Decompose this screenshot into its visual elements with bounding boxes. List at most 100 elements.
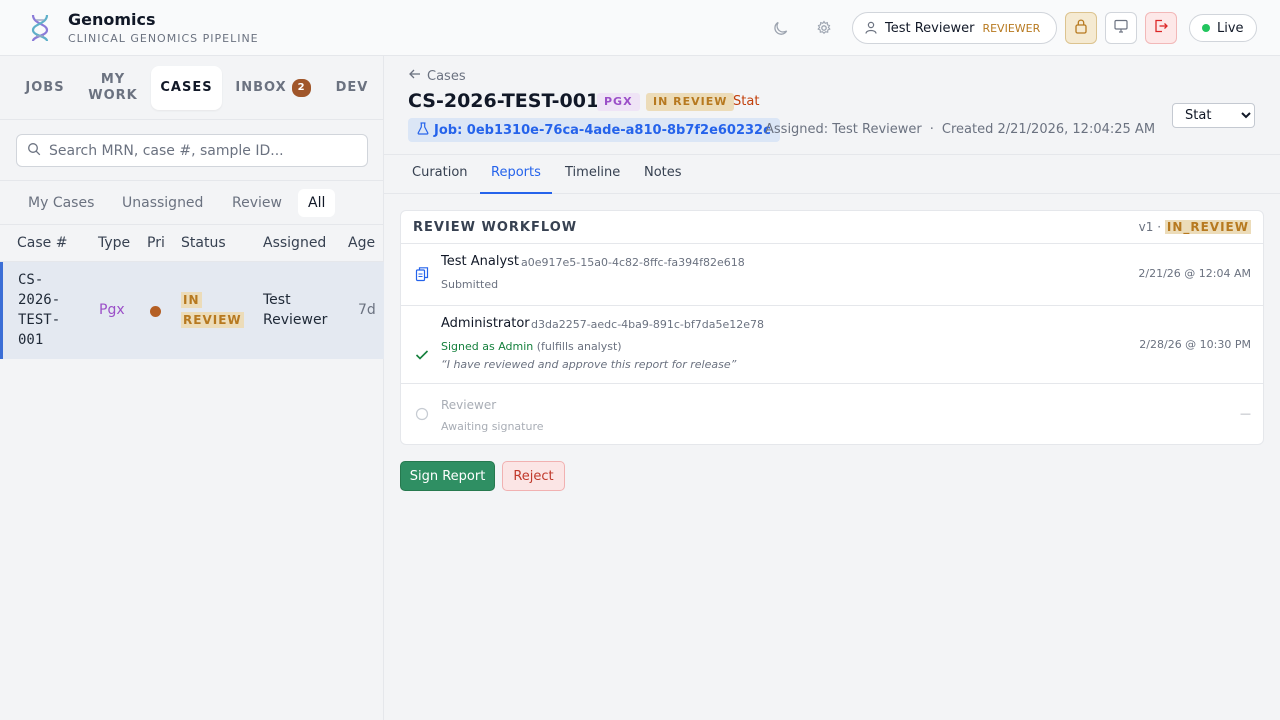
inbox-count-badge: 2 [291,79,311,97]
priority-label: Stat [733,94,760,109]
app-subtitle: CLINICAL GENOMICS PIPELINE [68,32,259,45]
dna-logo-icon [28,12,52,44]
sidebar: JOBS MY WORK CASES INBOX 2 DEV My Cases … [0,56,384,720]
col-age[interactable]: Age [348,235,375,251]
live-status[interactable]: Live [1189,14,1257,42]
nav-tab-jobs-label: JOBS [25,80,65,95]
logout-button[interactable] [1145,12,1177,44]
job-id: Job: 0eb1310e-76ca-4ade-a810-8b7f2e60232… [434,122,771,138]
nav-tab-my-work-label-2: WORK [88,88,138,103]
step-analyst-name: Test Analyst [441,254,520,269]
case-assigned: Test Reviewer [263,292,328,328]
nav-tab-dev[interactable]: DEV [328,66,376,110]
live-label: Live [1217,20,1244,36]
sidebar-nav: JOBS MY WORK CASES INBOX 2 DEV [0,56,384,120]
case-type: Pgx [99,302,125,318]
filter-all[interactable]: All [298,189,336,217]
lock-icon [1074,18,1088,38]
filter-review[interactable]: Review [232,189,282,217]
filter-unassigned[interactable]: Unassigned [122,189,203,217]
col-priority[interactable]: Pri [147,235,165,251]
tab-notes[interactable]: Notes [640,155,686,194]
case-tabs: Curation Reports Timeline Notes [384,155,1280,194]
case-table-header: Case # Type Pri Status Assigned Age [0,225,384,262]
monitor-button[interactable] [1105,12,1137,44]
workflow-step-analyst: Test Analyst a0e917e5-15a0-4c82-8ffc-fa3… [401,244,1263,306]
status-badge-line-2: REVIEW [181,312,244,328]
step-reviewer-name: Reviewer [441,398,497,412]
nav-tab-cases-label: CASES [160,80,213,95]
nav-tab-my-work[interactable]: MY WORK [84,66,142,110]
col-status[interactable]: Status [181,235,226,251]
search-box[interactable] [16,134,368,167]
version-status-badge: IN_REVIEW [1164,220,1251,234]
meta-separator: · [929,122,934,137]
reject-button[interactable]: Reject [502,461,565,491]
col-type[interactable]: Type [98,235,130,251]
app-name: Genomics [68,10,156,29]
monitor-icon [1113,18,1129,38]
flask-icon [417,121,429,139]
sign-report-button[interactable]: Sign Report [400,461,495,491]
nav-tab-inbox-label: INBOX [235,80,287,95]
step-analyst-time: 2/21/26 @ 12:04 AM [1138,267,1251,280]
priority-dot-icon [150,306,161,317]
assigned-text: Assigned: Test Reviewer [765,122,922,137]
checkmark-icon [414,347,430,363]
case-detail: Cases CS-2026-TEST-001 PGX IN REVIEW Sta… [384,56,1280,720]
nav-tab-jobs[interactable]: JOBS [18,66,72,110]
created-text: Created 2/21/2026, 12:04:25 AM [941,122,1156,137]
logout-icon [1153,18,1169,38]
step-analyst-id: a0e917e5-15a0-4c82-8ffc-fa394f82e618 [521,256,745,269]
review-workflow-card: REVIEW WORKFLOW v1 · IN_REVIEW Test Anal… [400,210,1264,445]
tab-reports[interactable]: Reports [480,155,552,194]
status-badge: IN REVIEW [181,290,244,330]
status-badge: IN REVIEW [646,93,735,111]
workflow-step-reviewer: Reviewer Awaiting signature — [401,384,1263,444]
col-case-number[interactable]: Case # [17,235,67,251]
case-number: CS-2026-TEST-001 [18,272,61,348]
step-admin-time: 2/28/26 @ 10:30 PM [1139,338,1251,351]
nav-tab-dev-label: DEV [335,80,369,95]
step-reviewer-time: — [1240,407,1251,420]
moon-icon[interactable] [769,16,793,40]
nav-tab-my-work-label-1: MY [100,72,126,87]
search-icon [27,141,41,160]
type-badge: PGX [597,93,640,111]
page-title: CS-2026-TEST-001 [408,90,600,112]
version-label: v1 · [1138,220,1162,234]
nav-tab-inbox[interactable]: INBOX 2 [230,66,316,110]
case-header: Cases CS-2026-TEST-001 PGX IN REVIEW Sta… [384,56,1280,155]
back-to-cases-link[interactable]: Cases [408,68,466,84]
step-admin-name: Administrator [441,316,530,331]
step-admin-id: d3da2257-aedc-4ba9-891c-bf7da5e12e78 [531,318,764,331]
user-menu[interactable]: Test Reviewer REVIEWER [852,12,1057,44]
nav-tab-cases[interactable]: CASES [151,66,222,110]
clipboard-icon [414,266,430,282]
live-dot-icon [1202,24,1210,32]
search-input[interactable] [49,142,359,159]
gear-icon[interactable] [812,16,836,40]
step-analyst-status: Submitted [441,278,499,291]
back-label: Cases [427,68,466,84]
user-role-badge: REVIEWER [982,21,1041,35]
col-assigned[interactable]: Assigned [263,235,326,251]
fulfills-analyst-text: (fulfills analyst) [536,340,622,353]
status-badge-line-1: IN [181,292,202,308]
filter-my-cases[interactable]: My Cases [28,189,94,217]
priority-select[interactable]: Stat [1172,103,1255,128]
step-admin-comment: “I have reviewed and approve this report… [441,358,737,371]
user-name: Test Reviewer [885,20,975,36]
signed-as-admin-text: Signed as Admin [441,340,534,353]
workflow-title: REVIEW WORKFLOW [413,220,578,235]
tab-curation[interactable]: Curation [408,155,472,194]
job-link[interactable]: Job: 0eb1310e-76ca-4ade-a810-8b7f2e60232… [408,118,780,142]
workflow-version: v1 · IN_REVIEW [1139,220,1251,234]
lock-button[interactable] [1065,12,1097,44]
tab-timeline[interactable]: Timeline [561,155,624,194]
pending-circle-icon [414,406,430,422]
case-filter-tabs: My Cases Unassigned Review All [0,180,384,225]
top-header: Genomics CLINICAL GENOMICS PIPELINE Test… [0,0,1280,56]
table-row[interactable]: CS-2026-TEST-001 Pgx IN REVIEW Test Revi… [0,262,384,359]
step-reviewer-status: Awaiting signature [441,420,544,433]
